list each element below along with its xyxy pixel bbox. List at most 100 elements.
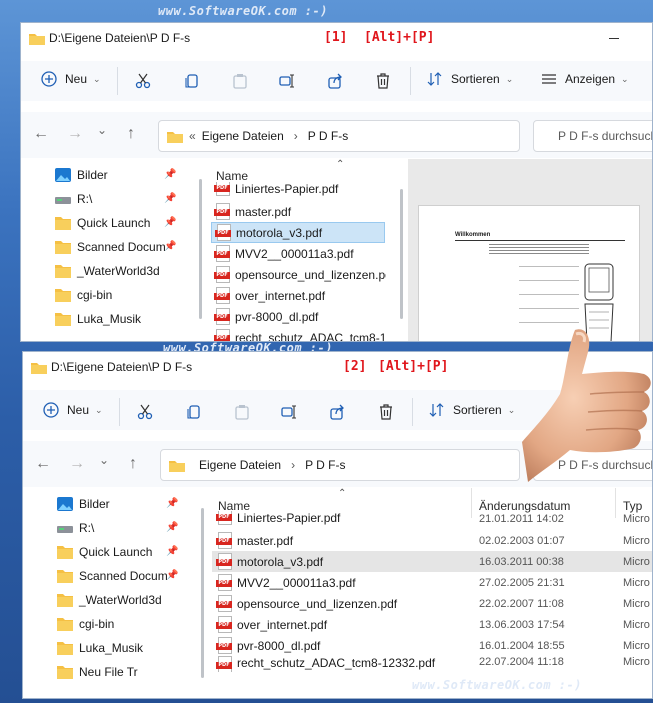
nav-item-waterworld[interactable]: _WaterWorld3d	[55, 260, 160, 282]
pdf-file-icon: PDF	[214, 308, 230, 325]
breadcrumb-segment[interactable]: Eigene Dateien	[199, 458, 281, 472]
table-row[interactable]: PDF MVV2__000011a3.pdf 27.02.2005 21:31 Mic…	[212, 572, 652, 593]
pin-icon[interactable]: 📌	[166, 522, 178, 533]
copy-button[interactable]	[184, 73, 200, 89]
search-box[interactable]: P D F-s durchsuchen	[533, 120, 652, 152]
file-name: pvr-8000_dl.pdf	[235, 309, 319, 324]
list-item-selected[interactable]: PDF motorola_v3.pdf	[211, 222, 385, 243]
watermark-top: www.SoftwareOK.com :-)	[158, 4, 328, 18]
view-button[interactable]: Anzeigen ⌄	[541, 71, 629, 87]
file-type: Micro	[623, 597, 650, 610]
paste-button[interactable]	[234, 404, 250, 420]
rename-button[interactable]	[281, 404, 297, 420]
pictures-icon	[57, 497, 73, 511]
column-header-name[interactable]: Name	[216, 169, 248, 183]
table-row[interactable]: PDF recht_schutz_ADAC_tcm8-12332.pdf 22.07…	[212, 656, 652, 672]
breadcrumb-segment[interactable]: Eigene Dateien	[202, 129, 284, 143]
up-arrow-icon[interactable]: ↑	[127, 125, 135, 143]
nav-item-quick-launch[interactable]: Quick Launch	[57, 541, 152, 563]
nav-item-cgi-bin[interactable]: cgi-bin	[57, 613, 114, 635]
delete-button[interactable]	[375, 73, 391, 89]
table-row[interactable]: PDF opensource_und_lizenzen.pdf 22.02.2007…	[212, 593, 652, 614]
list-view-icon	[542, 74, 556, 84]
list-item[interactable]: PDF over_internet.pdf	[214, 285, 386, 306]
address-bar[interactable]: « Eigene Dateien › P D F-s	[158, 120, 520, 152]
list-item[interactable]: PDF master.pdf	[214, 201, 386, 222]
nav-item-luka-musik[interactable]: Luka_Musik	[57, 637, 143, 659]
share-icon	[330, 404, 344, 420]
paste-button[interactable]	[232, 73, 248, 89]
preview-text-lines	[489, 244, 589, 256]
list-item[interactable]: PDF Liniertes-Papier.pdf	[214, 182, 386, 196]
breadcrumb-segment[interactable]: P D F-s	[305, 458, 345, 472]
share-button[interactable]	[328, 73, 344, 89]
up-arrow-icon[interactable]: ↑	[129, 455, 137, 473]
recent-chevron-icon[interactable]: ⌄	[99, 453, 109, 467]
breadcrumb-overflow[interactable]: «	[189, 129, 196, 143]
cut-button[interactable]	[135, 73, 151, 89]
address-bar[interactable]: Eigene Dateien › P D F-s	[160, 449, 520, 481]
file-name: opensource_und_lizenzen.pdf	[235, 267, 386, 282]
file-name: over_internet.pdf	[235, 288, 326, 303]
folder-icon	[57, 594, 73, 607]
pin-icon[interactable]: 📌	[166, 546, 178, 557]
forward-arrow-icon[interactable]: →	[67, 125, 83, 143]
nav-scrollbar[interactable]	[201, 508, 204, 678]
new-button[interactable]: Neu ⌄	[43, 402, 103, 418]
nav-item-r-drive[interactable]: R:\	[55, 188, 92, 210]
table-row-selected[interactable]: PDF motorola_v3.pdf 16.03.2011 00:38 Micro	[212, 551, 652, 572]
nav-item-neu-file[interactable]: Neu File Tr	[57, 661, 138, 683]
nav-item-quick-launch[interactable]: Quick Launch	[55, 212, 150, 234]
table-row[interactable]: PDF master.pdf 02.02.2003 01:07 Micro	[212, 530, 652, 551]
nav-item-r-drive[interactable]: R:\	[57, 517, 94, 539]
breadcrumb-segment[interactable]: P D F-s	[308, 129, 348, 143]
share-icon	[328, 73, 342, 89]
list-item[interactable]: PDF pvr-8000_dl.pdf	[214, 306, 386, 327]
nav-item-bilder[interactable]: Bilder	[55, 164, 108, 186]
folder-icon	[57, 546, 73, 559]
cut-button[interactable]	[137, 404, 153, 420]
nav-item-luka-musik[interactable]: Luka_Musik	[55, 308, 141, 330]
pdf-file-icon: PDF	[214, 266, 230, 283]
file-type: Micro	[623, 618, 650, 631]
new-button[interactable]: Neu ⌄	[41, 71, 101, 87]
file-type: Micro	[623, 576, 650, 589]
pin-icon[interactable]: 📌	[164, 217, 176, 228]
minimize-button[interactable]	[609, 38, 619, 39]
table-row[interactable]: PDF over_internet.pdf 13.06.2003 17:54 Micr…	[212, 614, 652, 635]
nav-item-scanned[interactable]: Scanned Docum	[55, 236, 166, 258]
nav-item-bilder[interactable]: Bilder	[57, 493, 110, 515]
recent-chevron-icon[interactable]: ⌄	[97, 123, 107, 137]
back-arrow-icon[interactable]: ←	[33, 125, 49, 143]
file-name: motorola_v3.pdf	[236, 225, 323, 240]
list-item[interactable]: PDF MVV2__000011a3.pdf	[214, 243, 386, 264]
sort-button[interactable]: Sortieren ⌄	[427, 71, 513, 87]
clipboard-icon	[233, 74, 247, 89]
file-list-scrollbar[interactable]	[400, 189, 403, 319]
pin-icon[interactable]: 📌	[164, 241, 176, 252]
file-date: 21.01.2011 14:02	[479, 513, 564, 525]
copy-button[interactable]	[186, 404, 202, 420]
chevron-down-icon: ⌄	[621, 73, 629, 84]
share-button[interactable]	[330, 404, 346, 420]
pin-icon[interactable]: 📌	[166, 570, 178, 581]
list-item[interactable]: PDF recht_schutz_ADAC_tcm8-12332.pdf	[214, 327, 386, 341]
nav-scrollbar[interactable]	[199, 179, 202, 319]
table-row[interactable]: PDF Liniertes-Papier.pdf 21.01.2011 14:02 M…	[212, 511, 652, 525]
delete-button[interactable]	[378, 404, 394, 420]
forward-arrow-icon[interactable]: →	[69, 455, 85, 473]
sort-caret-icon: ⌃	[338, 488, 347, 499]
list-item[interactable]: PDF opensource_und_lizenzen.pdf	[214, 264, 386, 285]
rename-button[interactable]	[279, 73, 295, 89]
nav-item-scanned[interactable]: Scanned Docum	[57, 565, 168, 587]
pin-icon[interactable]: 📌	[164, 169, 176, 180]
nav-item-cgi-bin[interactable]: cgi-bin	[55, 284, 112, 306]
back-arrow-icon[interactable]: ←	[35, 455, 51, 473]
pin-icon[interactable]: 📌	[166, 498, 178, 509]
sort-button[interactable]: Sortieren ⌄	[429, 402, 515, 418]
pdf-file-icon: PDF	[216, 656, 232, 672]
table-row[interactable]: PDF pvr-8000_dl.pdf 16.01.2004 18:55 Micro	[212, 635, 652, 656]
step-number: [1]	[324, 30, 348, 45]
pin-icon[interactable]: 📌	[164, 193, 176, 204]
nav-item-waterworld[interactable]: _WaterWorld3d	[57, 589, 162, 611]
